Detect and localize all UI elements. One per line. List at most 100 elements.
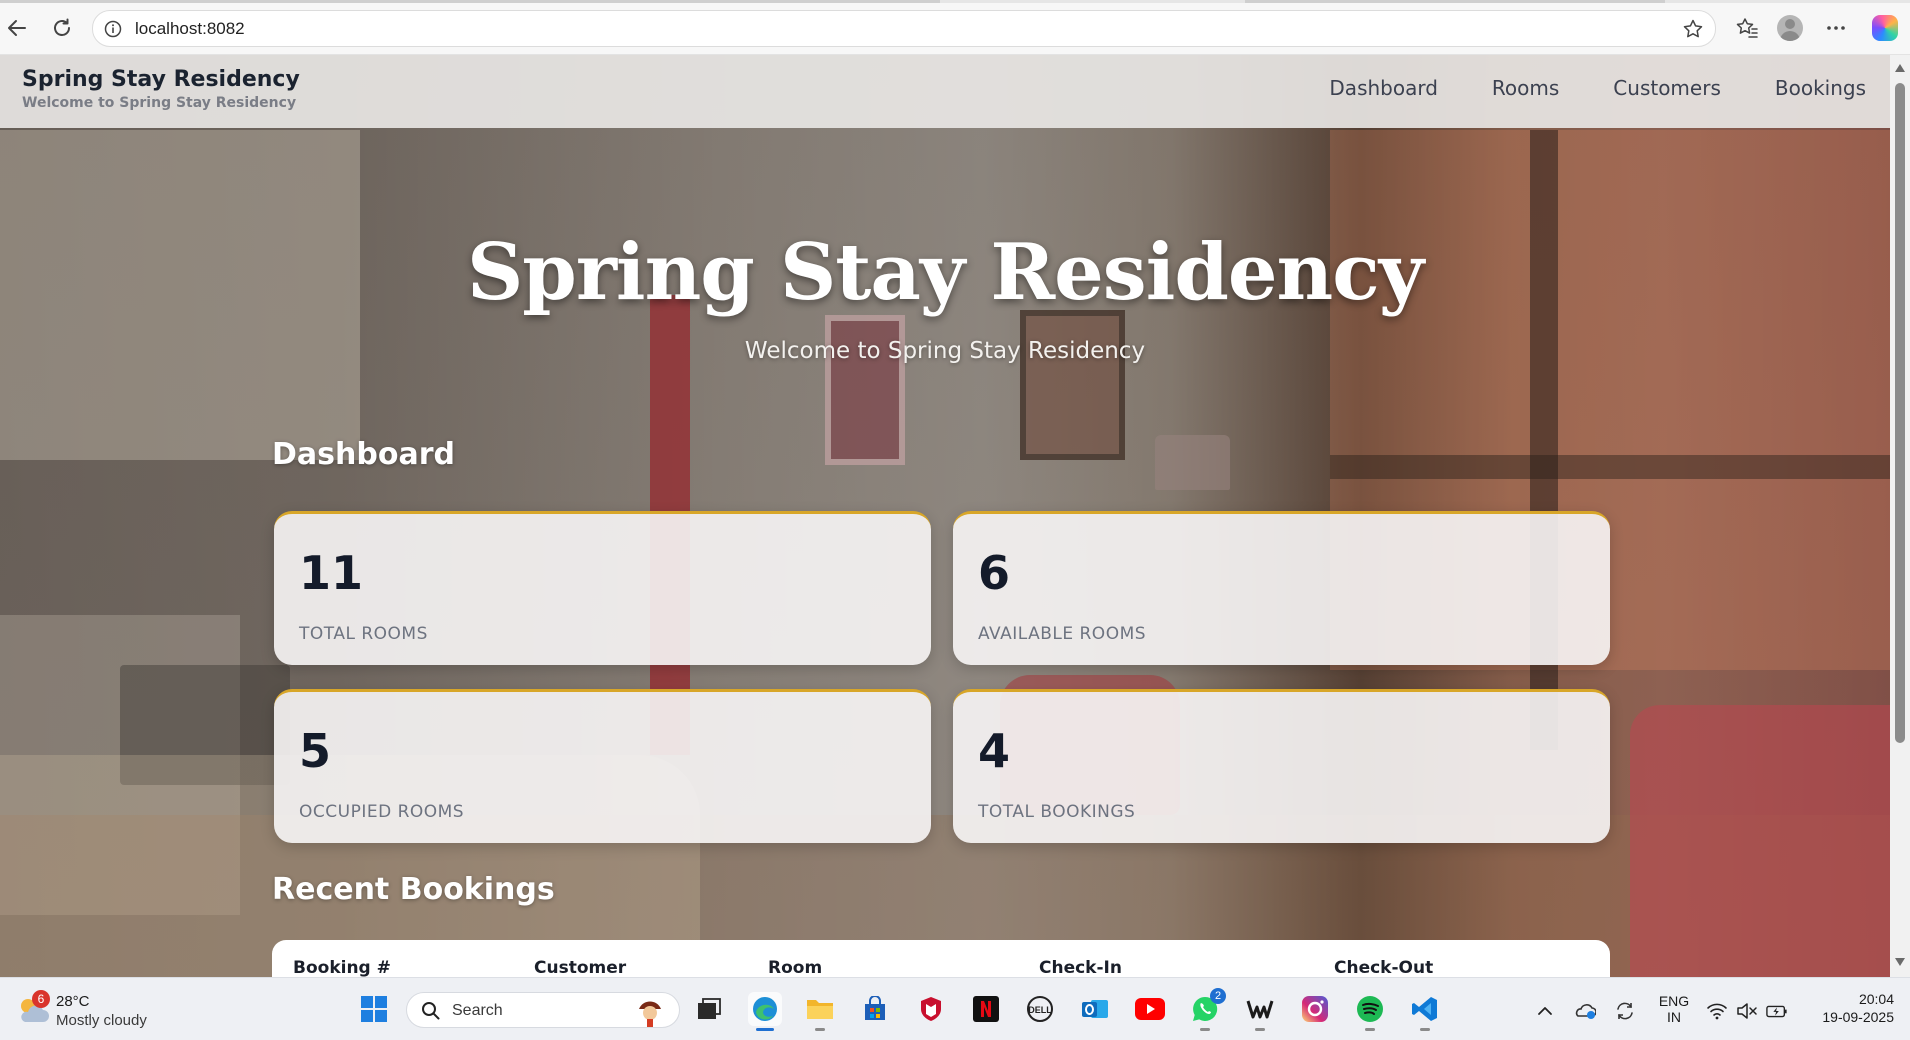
weather-description: Mostly cloudy bbox=[56, 1012, 147, 1029]
whatsapp-icon[interactable]: 2 bbox=[1188, 988, 1226, 1031]
column-header-room: Room bbox=[768, 958, 823, 977]
search-highlight-icon bbox=[639, 1001, 661, 1027]
search-icon bbox=[422, 1002, 440, 1020]
column-header-customer: Customer bbox=[534, 958, 627, 977]
dell-icon[interactable]: DELL bbox=[1023, 992, 1057, 1026]
stat-value: 6 bbox=[978, 546, 1011, 600]
svg-text:DELL: DELL bbox=[1028, 1005, 1052, 1015]
bg-shape bbox=[1630, 705, 1890, 977]
stat-label: AVAILABLE ROOMS bbox=[978, 624, 1147, 644]
more-options-icon[interactable] bbox=[1821, 13, 1851, 43]
address-bar[interactable]: localhost:8082 bbox=[92, 10, 1716, 47]
stat-label: OCCUPIED ROOMS bbox=[299, 802, 465, 822]
nav-link-customers[interactable]: Customers bbox=[1613, 76, 1721, 100]
reload-button[interactable] bbox=[47, 13, 77, 43]
recent-bookings-heading: Recent Bookings bbox=[272, 872, 555, 907]
stat-card-total-rooms: 11 TOTAL ROOMS bbox=[274, 511, 931, 665]
sync-icon[interactable] bbox=[1614, 1000, 1636, 1022]
bg-shape bbox=[1020, 310, 1125, 460]
running-app-indicator bbox=[1255, 1028, 1265, 1031]
wattpad-icon[interactable] bbox=[1243, 992, 1277, 1031]
netflix-icon[interactable] bbox=[969, 992, 1003, 1026]
nav-link-bookings[interactable]: Bookings bbox=[1775, 76, 1866, 100]
stat-label: TOTAL BOOKINGS bbox=[978, 802, 1136, 822]
language-code: ENG bbox=[1658, 993, 1690, 1009]
site-info-icon[interactable] bbox=[103, 19, 123, 39]
running-app-indicator bbox=[815, 1028, 825, 1031]
page-scrollbar[interactable] bbox=[1890, 55, 1910, 977]
column-header-check-in: Check-In bbox=[1039, 958, 1122, 977]
bg-shape bbox=[1330, 455, 1890, 479]
battery-charging-icon[interactable] bbox=[1766, 1000, 1788, 1022]
dashboard-heading: Dashboard bbox=[272, 437, 455, 472]
language-indicator[interactable]: ENG IN bbox=[1656, 993, 1692, 1025]
page-viewport: Spring Stay Residency Welcome to Spring … bbox=[0, 55, 1890, 977]
active-app-indicator bbox=[756, 1028, 774, 1031]
outlook-icon[interactable] bbox=[1078, 992, 1112, 1026]
tab-strip bbox=[0, 0, 1910, 3]
clock-date: 19-09-2025 bbox=[1822, 1009, 1894, 1025]
stat-card-available-rooms: 6 AVAILABLE ROOMS bbox=[953, 511, 1610, 665]
site-header: Spring Stay Residency Welcome to Spring … bbox=[0, 55, 1890, 128]
favorites-icon[interactable] bbox=[1732, 13, 1762, 43]
column-header-check-out: Check-Out bbox=[1334, 958, 1434, 977]
start-button[interactable] bbox=[357, 992, 391, 1026]
hero-title: Spring Stay Residency bbox=[466, 227, 1424, 318]
running-app-indicator bbox=[1420, 1028, 1430, 1031]
vscode-icon[interactable] bbox=[1408, 992, 1442, 1031]
spotify-icon[interactable] bbox=[1353, 992, 1387, 1031]
reload-icon bbox=[54, 18, 70, 36]
favorite-star-icon[interactable] bbox=[1681, 17, 1705, 41]
clock-time: 20:04 bbox=[1858, 991, 1894, 1007]
youtube-icon[interactable] bbox=[1133, 992, 1167, 1026]
wifi-icon[interactable] bbox=[1706, 1000, 1728, 1022]
windows-taskbar: 6 28°C Mostly cloudy Search DELL 2 ENG I… bbox=[0, 977, 1910, 1040]
instagram-icon[interactable] bbox=[1298, 992, 1332, 1026]
copilot-logo bbox=[1872, 15, 1898, 41]
weather-widget[interactable]: 6 28°C Mostly cloudy bbox=[12, 990, 192, 1030]
clock[interactable]: 20:04 19-09-2025 bbox=[1800, 991, 1894, 1025]
browser-toolbar: localhost:8082 bbox=[0, 0, 1910, 55]
show-hidden-icons-chevron-icon[interactable] bbox=[1534, 1000, 1556, 1022]
stat-value: 11 bbox=[299, 546, 364, 600]
main-nav: Dashboard Rooms Customers Bookings bbox=[1275, 76, 1866, 100]
whatsapp-notification-badge: 2 bbox=[1210, 988, 1226, 1004]
scroll-thumb[interactable] bbox=[1895, 83, 1905, 743]
arrow-left-icon bbox=[8, 20, 26, 36]
taskbar-search[interactable]: Search bbox=[406, 992, 680, 1028]
stat-label: TOTAL ROOMS bbox=[299, 624, 428, 644]
stat-value: 4 bbox=[978, 724, 1011, 778]
windows-logo-icon bbox=[361, 996, 387, 1022]
hero-subtitle: Welcome to Spring Stay Residency bbox=[744, 338, 1146, 364]
nav-link-rooms[interactable]: Rooms bbox=[1492, 76, 1559, 100]
recent-bookings-table: Booking # Customer Room Check-In Check-O… bbox=[272, 940, 1610, 977]
onedrive-icon[interactable] bbox=[1574, 1000, 1596, 1022]
tab-indicator bbox=[0, 0, 940, 3]
weather-alert-badge: 6 bbox=[32, 990, 50, 1008]
microsoft-store-icon[interactable] bbox=[858, 992, 892, 1026]
tab-indicator bbox=[1245, 0, 1665, 3]
brand-subtitle: Welcome to Spring Stay Residency bbox=[22, 95, 297, 111]
running-app-indicator bbox=[1365, 1028, 1375, 1031]
bg-shape bbox=[1155, 435, 1230, 490]
scroll-up-arrow-icon[interactable] bbox=[1894, 61, 1906, 75]
profile-button[interactable] bbox=[1775, 13, 1805, 43]
edge-browser-icon[interactable] bbox=[748, 992, 782, 1031]
search-placeholder: Search bbox=[452, 1002, 503, 1019]
weather-temperature: 28°C bbox=[56, 993, 90, 1010]
stat-card-total-bookings: 4 TOTAL BOOKINGS bbox=[953, 689, 1610, 843]
column-header-booking-number: Booking # bbox=[293, 958, 391, 977]
running-app-indicator bbox=[1200, 1028, 1210, 1031]
address-url[interactable]: localhost:8082 bbox=[135, 19, 245, 39]
task-view-icon[interactable] bbox=[692, 992, 726, 1026]
region-code: IN bbox=[1667, 1009, 1681, 1025]
brand-title[interactable]: Spring Stay Residency bbox=[22, 67, 300, 92]
back-button[interactable] bbox=[2, 13, 32, 43]
scroll-down-arrow-icon[interactable] bbox=[1894, 955, 1906, 969]
mcafee-icon[interactable] bbox=[914, 992, 948, 1026]
copilot-icon[interactable] bbox=[1870, 13, 1900, 43]
stat-card-occupied-rooms: 5 OCCUPIED ROOMS bbox=[274, 689, 931, 843]
file-explorer-icon[interactable] bbox=[803, 992, 837, 1031]
volume-muted-icon[interactable] bbox=[1736, 1000, 1758, 1022]
nav-link-dashboard[interactable]: Dashboard bbox=[1329, 76, 1438, 100]
